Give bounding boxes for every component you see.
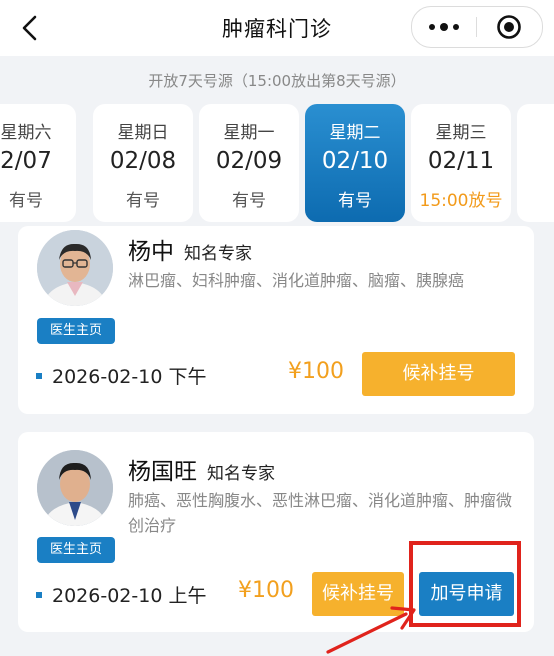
date-tab-mon[interactable]: 星期一 02/09 有号	[199, 104, 299, 222]
release-time-label: 15	[517, 186, 554, 206]
doctor-avatar	[37, 230, 113, 306]
availability-label: 有号	[232, 191, 266, 211]
bullet-icon	[36, 372, 42, 379]
schedule-row: 2026-02-10 上午	[36, 581, 206, 608]
doctor-name: 杨中	[128, 239, 174, 265]
doctor-name-row: 杨中 知名专家	[128, 232, 252, 266]
date-label: 02/08	[109, 148, 177, 174]
date-label: 02/11	[427, 148, 495, 174]
date-tab-sun[interactable]: 星期日 02/08 有号	[93, 104, 193, 222]
highlight-box	[409, 541, 521, 627]
schedule-row: 2026-02-10 下午	[36, 362, 206, 389]
schedule-time: 2026-02-10 上午	[52, 585, 207, 607]
date-tab-sat[interactable]: 星期六 2/07 有号	[0, 104, 76, 222]
release-time-label: 15:00放号	[419, 191, 503, 211]
doctor-name: 杨国旺	[128, 459, 197, 485]
weekday-label: 星期日	[117, 123, 169, 143]
doctor-home-button[interactable]: 医生主页	[37, 318, 115, 344]
doctor-specialty: 淋巴瘤、妇科肿瘤、消化道肿瘤、脑瘤、胰腺癌	[128, 271, 465, 290]
date-tab-tue[interactable]: 星期二 02/10 有号	[305, 104, 405, 222]
schedule-time: 2026-02-10 下午	[52, 366, 207, 388]
mini-program-capsule	[411, 6, 543, 48]
weekday-label: 星期六	[0, 123, 52, 143]
weekday-label: 星期二	[329, 123, 381, 143]
top-bar: 肿瘤科门诊	[0, 0, 554, 56]
availability-label: 有号	[338, 191, 372, 211]
availability-label: 有号	[9, 191, 43, 211]
more-dots-icon[interactable]	[412, 7, 476, 47]
date-tab-wed[interactable]: 星期三 02/11 15:00放号	[411, 104, 511, 222]
fee-price: ¥100	[288, 359, 344, 384]
weekday-label: 星期三	[435, 123, 487, 143]
doctor-name-row: 杨国旺 知名专家	[128, 452, 275, 486]
availability-label: 有号	[126, 191, 160, 211]
target-close-icon[interactable]	[477, 7, 541, 47]
schedule-note: 开放7天号源（15:00放出第8天号源）	[148, 72, 406, 90]
date-label: 02/10	[321, 148, 389, 174]
waitlist-register-button[interactable]: 候补挂号	[362, 352, 515, 396]
weekday-label: 星期一	[223, 123, 275, 143]
doctor-card: 医生主页 杨中 知名专家 淋巴瘤、妇科肿瘤、消化道肿瘤、脑瘤、胰腺癌 2026-0…	[18, 226, 534, 414]
fee-price: ¥100	[238, 578, 294, 603]
doctor-avatar	[37, 450, 113, 526]
date-selector: 星期六 2/07 有号 星期日 02/08 有号 星期一 02/09 有号 星期…	[0, 104, 554, 224]
weekday-label: 星	[517, 118, 554, 143]
doctor-home-button[interactable]: 医生主页	[37, 537, 115, 563]
bullet-icon	[36, 591, 42, 598]
date-label: 2/07	[0, 148, 52, 174]
doctor-specialty: 肺癌、恶性胸腹水、恶性淋巴瘤、消化道肿瘤、肿瘤微创治疗	[128, 491, 513, 535]
doctor-title: 知名专家	[207, 464, 275, 484]
date-tab-thu[interactable]: 星 15	[517, 104, 554, 222]
date-label: 02/09	[215, 148, 283, 174]
annotation-arrow-icon	[326, 606, 416, 654]
doctor-title: 知名专家	[184, 244, 252, 264]
